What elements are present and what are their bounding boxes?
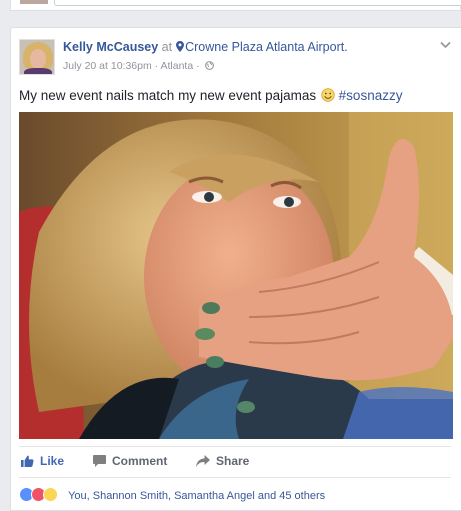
status-input[interactable] — [54, 0, 461, 6]
like-button[interactable]: Like — [21, 454, 64, 468]
comment-button[interactable]: Comment — [93, 454, 167, 468]
hashtag-link[interactable]: #sosnazzy — [339, 88, 403, 103]
reactions-text[interactable]: You, Shannon Smith, Samantha Angel and 4… — [68, 490, 325, 502]
timestamp-link[interactable]: July 20 at 10:36pm — [63, 60, 152, 72]
chevron-down-icon[interactable] — [440, 41, 451, 49]
speech-bubble-icon — [93, 455, 106, 467]
post-text: My new event nails match my new event pa… — [19, 88, 402, 103]
at-label: at — [161, 40, 173, 54]
share-arrow-icon — [196, 455, 210, 467]
reaction-icons — [19, 487, 63, 502]
globe-icon[interactable] — [204, 61, 214, 70]
author-avatar[interactable] — [19, 39, 55, 75]
map-pin-icon — [176, 41, 185, 52]
post-card: Kelly McCausey at Crowne Plaza Atlanta Ai… — [10, 27, 461, 511]
author-name-link[interactable]: Kelly McCausey — [63, 40, 158, 54]
location-link[interactable]: Atlanta — [161, 60, 194, 72]
post-meta: July 20 at 10:36pm · Atlanta · — [63, 60, 214, 72]
divider — [19, 477, 451, 478]
post-header: Kelly McCausey at Crowne Plaza Atlanta Ai… — [63, 40, 348, 54]
comment-label: Comment — [112, 454, 168, 468]
reactions-summary[interactable]: You, Shannon Smith, Samantha Angel and 4… — [19, 487, 325, 502]
thumbs-up-icon — [21, 455, 34, 467]
divider — [19, 446, 451, 447]
smiley-emoji-icon — [321, 88, 335, 102]
post-photo[interactable] — [19, 112, 453, 439]
place-link[interactable]: Crowne Plaza Atlanta Airport. — [185, 40, 348, 54]
meta-separator: · — [154, 60, 159, 72]
photo-illustration — [19, 112, 453, 439]
previous-card-fragment — [10, 0, 461, 11]
meta-separator: · — [196, 60, 200, 72]
avatar — [20, 0, 48, 4]
haha-icon — [43, 487, 58, 502]
share-button[interactable]: Share — [196, 454, 249, 468]
post-actions-bar: Like Comment Share — [19, 449, 453, 475]
share-label: Share — [216, 454, 250, 468]
post-body-text: My new event nails match my new event pa… — [19, 88, 317, 103]
like-label: Like — [40, 454, 65, 468]
